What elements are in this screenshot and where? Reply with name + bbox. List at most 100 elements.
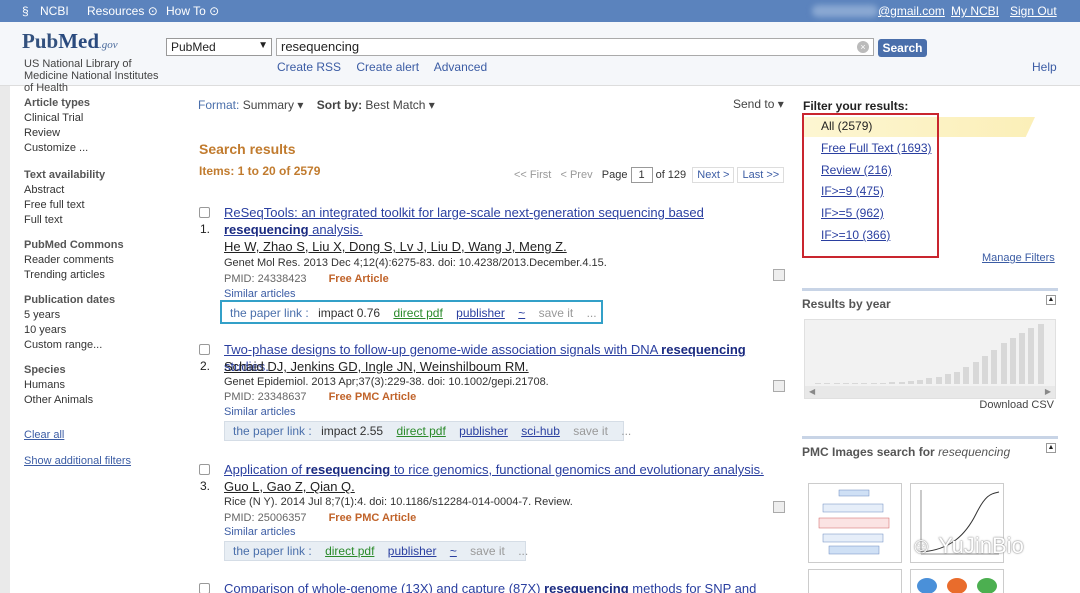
sign-out-link[interactable]: Sign Out [1010, 4, 1057, 18]
year-bar[interactable] [972, 361, 979, 384]
result-checkbox[interactable] [199, 207, 210, 218]
link-icon[interactable]: ~ [518, 306, 525, 320]
similar-articles-link[interactable]: Similar articles [224, 526, 296, 538]
format-menu[interactable]: Format: Summary ▾ [198, 98, 303, 112]
filter-10-years[interactable]: 10 years [24, 323, 184, 338]
sci-hub-link[interactable]: sci-hub [521, 424, 560, 438]
year-bar[interactable] [889, 382, 896, 384]
filter-reader-comments[interactable]: Reader comments [24, 253, 184, 268]
download-csv-link[interactable]: Download CSV [979, 399, 1054, 411]
result-checkbox[interactable] [199, 344, 210, 355]
show-filters-link[interactable]: Show additional filters [24, 454, 184, 469]
collapse-icon[interactable]: ▲ [1046, 295, 1056, 305]
result-title-link[interactable]: ReSeqTools: an integrated toolkit for la… [224, 204, 788, 238]
pmc-thumbnail[interactable] [808, 483, 902, 563]
link-icon[interactable]: ~ [450, 544, 457, 558]
result-title-link[interactable]: Comparison of whole-genome (13X) and cap… [224, 580, 788, 593]
send-to-menu[interactable]: Send to ▾ [733, 97, 784, 111]
filter-free-full-text-count[interactable]: Free Full Text (1693) [821, 141, 932, 155]
year-bar[interactable] [1028, 327, 1035, 384]
year-bar[interactable] [861, 383, 868, 384]
scroll-left-icon[interactable]: ◀ [809, 387, 815, 396]
help-link[interactable]: Help [1032, 60, 1057, 74]
publisher-link[interactable]: publisher [388, 544, 437, 558]
year-bar[interactable] [833, 383, 840, 384]
scroll-right-icon[interactable]: ▶ [1045, 387, 1051, 396]
publisher-link[interactable]: publisher [459, 424, 508, 438]
filter-humans[interactable]: Humans [24, 378, 184, 393]
direct-pdf-link[interactable]: direct pdf [396, 424, 445, 438]
collapse-icon[interactable]: ▲ [1046, 443, 1056, 453]
filter-free-full-text[interactable]: Free full text [24, 198, 184, 213]
resources-menu[interactable]: Resources ⊙ [87, 4, 158, 18]
year-bar[interactable] [1037, 324, 1044, 384]
result-authors[interactable]: Schaid DJ, Jenkins GD, Ingle JN, Weinshi… [224, 359, 529, 374]
filter-full-text[interactable]: Full text [24, 213, 184, 228]
pubmed-logo[interactable]: PubMed.gov [22, 29, 118, 54]
create-rss-link[interactable]: Create RSS [277, 60, 341, 74]
abstract-icon[interactable] [773, 380, 785, 392]
search-button[interactable]: Search [878, 39, 927, 57]
save-it-link[interactable]: save it [573, 424, 608, 438]
abstract-icon[interactable] [773, 501, 785, 513]
year-bar[interactable] [907, 380, 914, 384]
year-bar[interactable] [815, 383, 821, 384]
direct-pdf-link[interactable]: direct pdf [325, 544, 374, 558]
year-bar[interactable] [1019, 332, 1026, 384]
clear-icon[interactable]: × [857, 41, 869, 53]
year-bar[interactable] [926, 378, 933, 384]
filter-all[interactable]: All (2579) [821, 119, 872, 133]
year-bar[interactable] [935, 376, 942, 384]
year-bar[interactable] [982, 355, 989, 384]
create-alert-link[interactable]: Create alert [356, 60, 419, 74]
year-chart[interactable]: ◀ ▶ [804, 319, 1056, 399]
clear-all-link[interactable]: Clear all [24, 428, 184, 443]
advanced-link[interactable]: Advanced [434, 60, 487, 74]
year-bar[interactable] [944, 374, 951, 384]
filter-other-animals[interactable]: Other Animals [24, 393, 184, 408]
year-bar[interactable] [963, 366, 970, 384]
year-bar[interactable] [898, 381, 905, 384]
filter-if10[interactable]: IF>=10 (366) [821, 228, 890, 242]
filter-trending[interactable]: Trending articles [24, 268, 184, 283]
filter-review-count[interactable]: Review (216) [821, 163, 892, 177]
prev-page-link[interactable]: < Prev [560, 169, 592, 181]
year-bar[interactable] [879, 382, 886, 384]
email-link[interactable]: @gmail.com [878, 4, 945, 18]
next-page-button[interactable]: Next > [692, 167, 735, 183]
ncbi-logo-icon[interactable]: § [22, 4, 29, 18]
filter-if5[interactable]: IF>=5 (962) [821, 206, 884, 220]
similar-articles-link[interactable]: Similar articles [224, 406, 296, 418]
year-bar[interactable] [1009, 337, 1016, 384]
direct-pdf-link[interactable]: direct pdf [393, 306, 442, 320]
year-bar[interactable] [852, 383, 859, 384]
first-page-link[interactable]: << First [514, 169, 551, 181]
abstract-icon[interactable] [773, 269, 785, 281]
last-page-button[interactable]: Last >> [737, 167, 785, 183]
year-bar[interactable] [917, 379, 924, 384]
filter-clinical-trial[interactable]: Clinical Trial [24, 111, 184, 126]
filter-abstract[interactable]: Abstract [24, 183, 184, 198]
similar-articles-link[interactable]: Similar articles [224, 288, 296, 300]
year-bar[interactable] [954, 371, 961, 384]
page-input[interactable]: 1 [630, 167, 653, 184]
save-it-link[interactable]: save it [470, 544, 505, 558]
howto-menu[interactable]: How To ⊙ [166, 4, 219, 18]
result-authors[interactable]: He W, Zhao S, Liu X, Dong S, Lv J, Liu D… [224, 239, 567, 254]
manage-filters-link[interactable]: Manage Filters [982, 252, 1055, 264]
pmc-thumbnail[interactable] [910, 569, 1004, 593]
filter-if9[interactable]: IF>=9 (475) [821, 184, 884, 198]
year-bar[interactable] [1000, 342, 1007, 384]
sortby-menu[interactable]: Sort by: Best Match ▾ [317, 98, 435, 112]
result-checkbox[interactable] [199, 583, 210, 593]
result-checkbox[interactable] [199, 464, 210, 475]
year-bar[interactable] [870, 382, 877, 384]
year-bar[interactable] [991, 349, 998, 384]
my-ncbi-link[interactable]: My NCBI [951, 4, 999, 18]
customize-link[interactable]: Customize ... [24, 141, 184, 156]
year-bar[interactable] [824, 383, 831, 384]
filter-5-years[interactable]: 5 years [24, 308, 184, 323]
year-bar[interactable] [842, 383, 849, 384]
filter-review[interactable]: Review [24, 126, 184, 141]
database-select[interactable]: PubMed ▼ [166, 38, 272, 56]
